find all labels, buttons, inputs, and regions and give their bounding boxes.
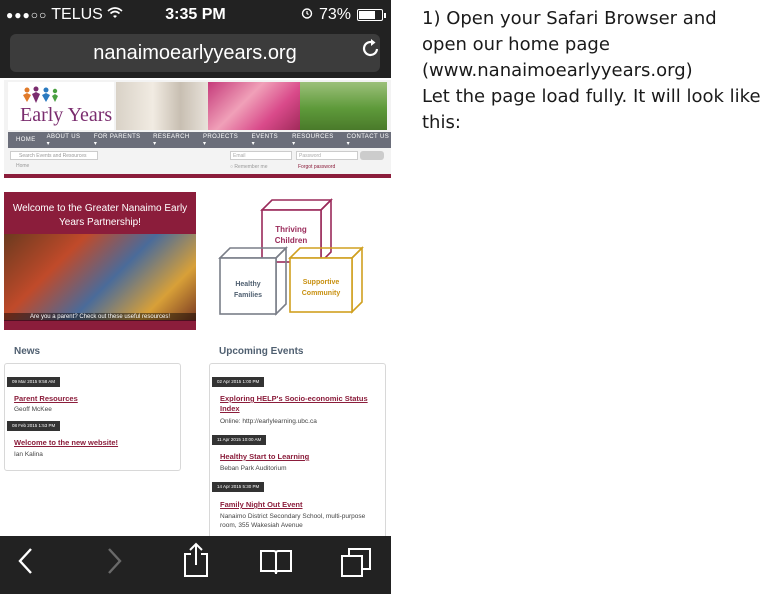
login-button[interactable] — [360, 151, 384, 160]
news-date: 08 Feb 2015 1:53 PM — [7, 421, 61, 431]
remember-me-checkbox[interactable]: ○ Remember me — [230, 164, 268, 170]
news-heading: News — [14, 346, 41, 357]
news-item-title[interactable]: Welcome to the new website! — [14, 438, 118, 448]
breadcrumb[interactable]: Home — [16, 163, 29, 169]
welcome-photo — [4, 234, 196, 320]
remember-me-label: Remember me — [234, 164, 268, 170]
event-title[interactable]: Healthy Start to Learning — [220, 452, 309, 462]
nav-for-parents[interactable]: FOR PARENTS ▾ — [94, 134, 142, 147]
nav-events[interactable]: EVENTS ▾ — [252, 134, 282, 147]
forward-icon[interactable] — [104, 546, 124, 581]
event-title[interactable]: Family Night Out Event — [220, 500, 303, 510]
nav-about-us[interactable]: ABOUT US ▾ — [47, 134, 83, 147]
logo-text: Early Years — [20, 104, 113, 126]
site-search-input[interactable]: Search Events and Resources — [10, 151, 98, 160]
event-location: Nanaimo District Secondary School, multi… — [220, 513, 366, 529]
block-thriving-line1: Thriving — [275, 225, 307, 234]
nav-projects[interactable]: PROJECTS ▾ — [203, 134, 241, 147]
battery-percent: 73% — [318, 6, 351, 23]
search-login-row: Search Events and Resources Home Email P… — [8, 150, 391, 174]
header-photo-field — [300, 82, 387, 130]
event-location: Online: http://earlylearning.ubc.ca — [220, 418, 317, 425]
block-supportive-line1: Supportive — [303, 279, 340, 286]
reload-icon[interactable] — [361, 37, 381, 65]
nav-resources[interactable]: RESOURCES ▾ — [292, 134, 336, 147]
instruction-line: 1) Open your Safari Browser and — [422, 8, 717, 29]
site-search-placeholder: Search Events and Resources — [19, 153, 87, 159]
block-healthy-line2: Families — [234, 292, 262, 299]
forgot-password-link[interactable]: Forgot password — [298, 164, 335, 170]
instruction-line: (www.nanaimoearlyyears.org) — [422, 60, 693, 81]
alarm-icon — [301, 6, 313, 24]
password-placeholder: Password — [299, 153, 321, 159]
nav-home[interactable]: HOME — [16, 137, 36, 143]
instruction-line: Let the page load fully. It will look li… — [422, 86, 761, 107]
safari-toolbar — [0, 536, 391, 594]
welcome-caption[interactable]: Are you a parent? Check out these useful… — [4, 313, 196, 321]
password-input[interactable]: Password — [296, 151, 358, 160]
site-nav: HOME ABOUT US ▾ FOR PARENTS ▾ RESEARCH ▾… — [8, 132, 391, 148]
welcome-title: Welcome to the Greater Nanaimo Early Yea… — [12, 203, 188, 228]
news-date: 09 Mar 2015 9:58 AM — [7, 377, 61, 387]
news-item-author: Geoff McKee — [14, 406, 52, 413]
block-supportive-line2: Community — [302, 290, 341, 297]
tabs-icon[interactable] — [340, 546, 374, 583]
share-icon[interactable] — [182, 542, 210, 583]
site-header: Early Years HOME ABOUT US ▾ FOR PARENTS … — [4, 80, 391, 178]
event-location: Beban Park Auditorium — [220, 465, 287, 472]
block-healthy-line1: Healthy — [235, 281, 260, 288]
event-title[interactable]: Exploring HELP's Socio-economic Status I… — [220, 394, 382, 414]
blocks-graphic: Thriving Children Healthy Families Suppo… — [218, 198, 364, 316]
email-placeholder: Email — [233, 153, 246, 159]
url-text: nanaimoearlyyears.org — [93, 41, 297, 64]
battery-icon — [357, 9, 386, 21]
instruction-line: this: — [422, 112, 461, 133]
nav-research[interactable]: RESEARCH ▾ — [153, 134, 192, 147]
event-date: 02 Apr 2015 1:00 PM — [212, 377, 265, 387]
bookmarks-icon[interactable] — [259, 548, 293, 581]
news-item-title[interactable]: Parent Resources — [14, 394, 78, 404]
address-bar[interactable]: nanaimoearlyyears.org — [10, 34, 380, 72]
email-input[interactable]: Email — [230, 151, 292, 160]
news-panel: 09 Mar 2015 9:58 AM Parent Resources Geo… — [4, 363, 181, 471]
welcome-banner[interactable]: Welcome to the Greater Nanaimo Early Yea… — [4, 192, 196, 330]
event-date: 14 Apr 2015 5:30 PM — [212, 482, 265, 492]
event-date: 11 Apr 2015 10:00 AM — [212, 435, 267, 445]
header-photo-baby — [116, 82, 208, 130]
nav-contact-us[interactable]: CONTACT US ▾ — [347, 134, 391, 147]
events-panel: 02 Apr 2015 1:00 PM Exploring HELP's Soc… — [209, 363, 386, 543]
events-heading: Upcoming Events — [219, 346, 304, 357]
building-blocks-illustration: Thriving Children Healthy Families Suppo… — [216, 196, 366, 324]
phone-screenshot: ●●●○○ TELUS 3:35 PM 73% nanaimoearlyyear… — [0, 0, 391, 594]
status-bar: ●●●○○ TELUS 3:35 PM 73% — [0, 0, 391, 30]
address-bar-area: nanaimoearlyyears.org — [0, 30, 391, 78]
news-item-author: Ian Kalina — [14, 451, 43, 458]
instructions-text: 1) Open your Safari Browser and open our… — [422, 6, 768, 136]
site-logo[interactable]: Early Years — [8, 82, 114, 130]
header-photo-children — [208, 82, 300, 130]
instruction-line: open our home page — [422, 34, 610, 55]
back-icon[interactable] — [16, 546, 36, 581]
block-thriving-line2: Children — [275, 236, 308, 245]
